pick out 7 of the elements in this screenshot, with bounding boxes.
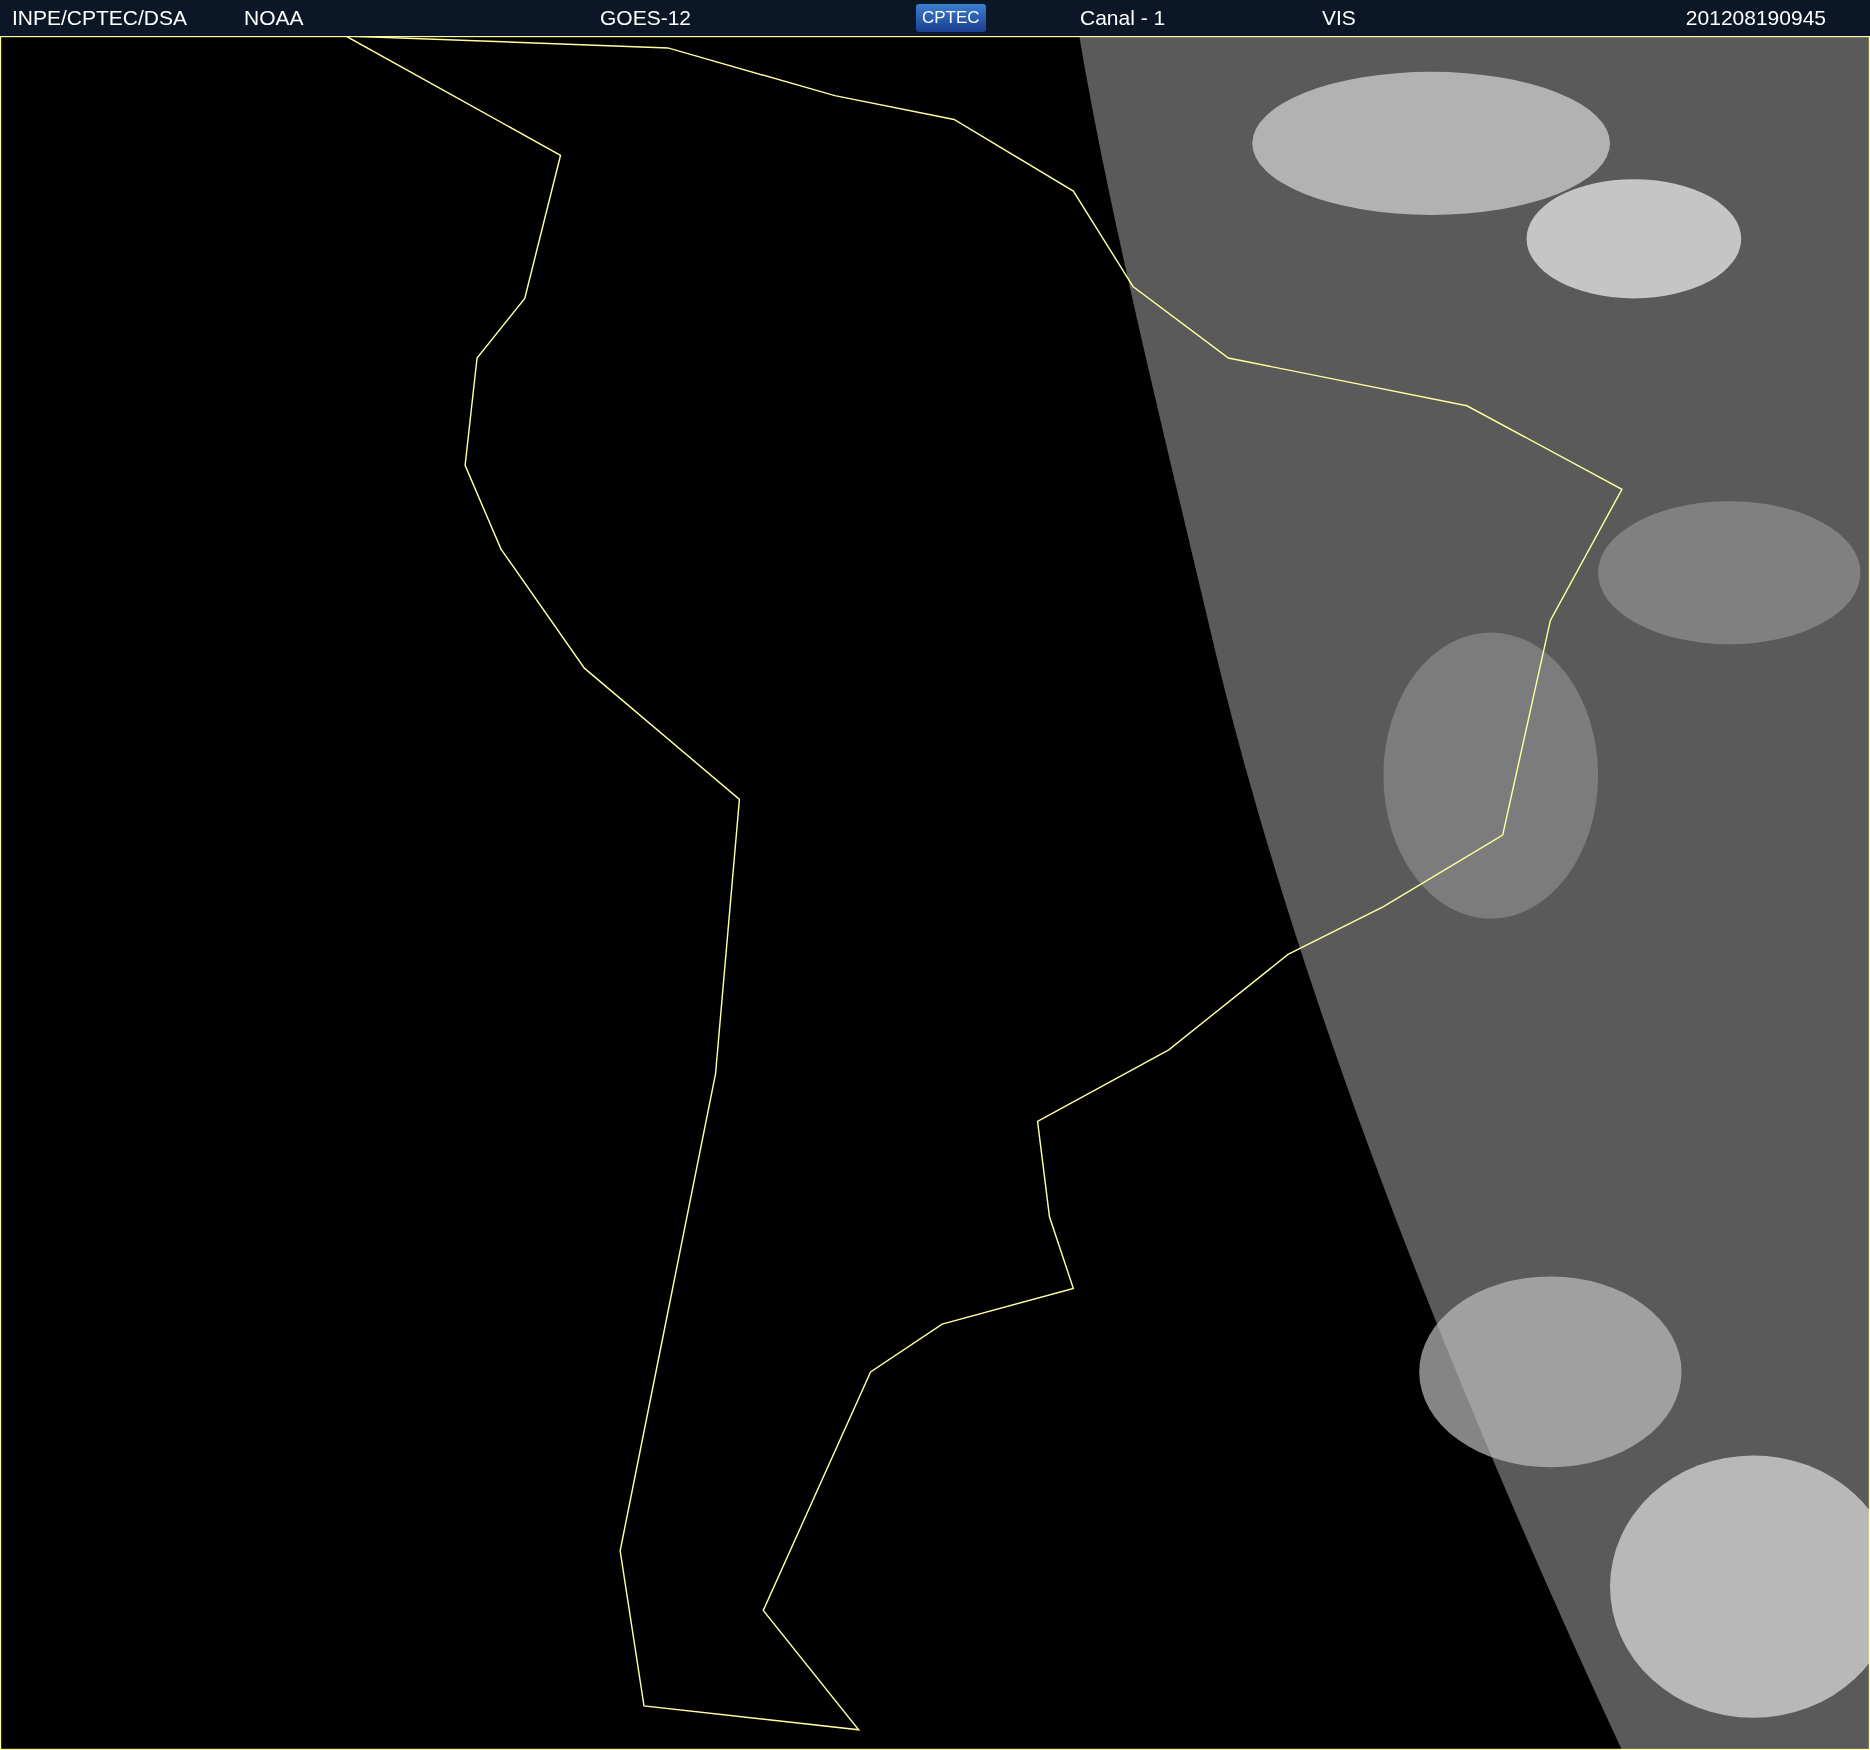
band-label: VIS	[1322, 6, 1356, 30]
source-label: INPE/CPTEC/DSA	[12, 6, 188, 30]
satellite-label: GOES-12	[600, 6, 692, 30]
agency-label: NOAA	[244, 6, 304, 30]
timestamp-label: 201208190945	[1685, 6, 1826, 30]
channel-label: Canal - 1	[1080, 6, 1166, 30]
logo: CPTEC	[916, 4, 986, 32]
